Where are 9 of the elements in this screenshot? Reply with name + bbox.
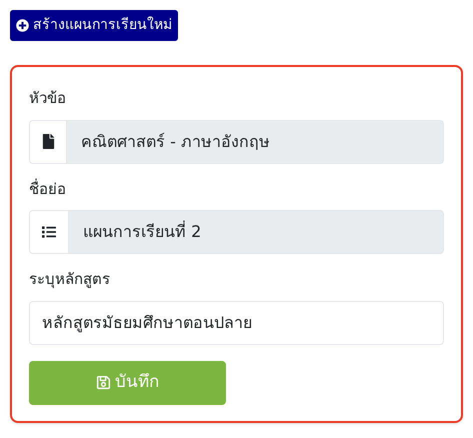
field-label: หัวข้อ bbox=[29, 88, 67, 109]
save-icon bbox=[96, 375, 111, 390]
create-plan-button[interactable]: สร้างแผนการเรียนใหม่ bbox=[10, 10, 178, 41]
document-icon bbox=[40, 134, 56, 149]
field-label: ชื่อย่อ bbox=[29, 178, 67, 200]
text-field[interactable]: หลักสูตรมัธยมศึกษาตอนปลาย bbox=[29, 300, 444, 344]
field-label: ระบุหลักสูตร bbox=[29, 269, 111, 290]
plus-icon bbox=[16, 19, 29, 32]
list-icon bbox=[42, 225, 56, 239]
